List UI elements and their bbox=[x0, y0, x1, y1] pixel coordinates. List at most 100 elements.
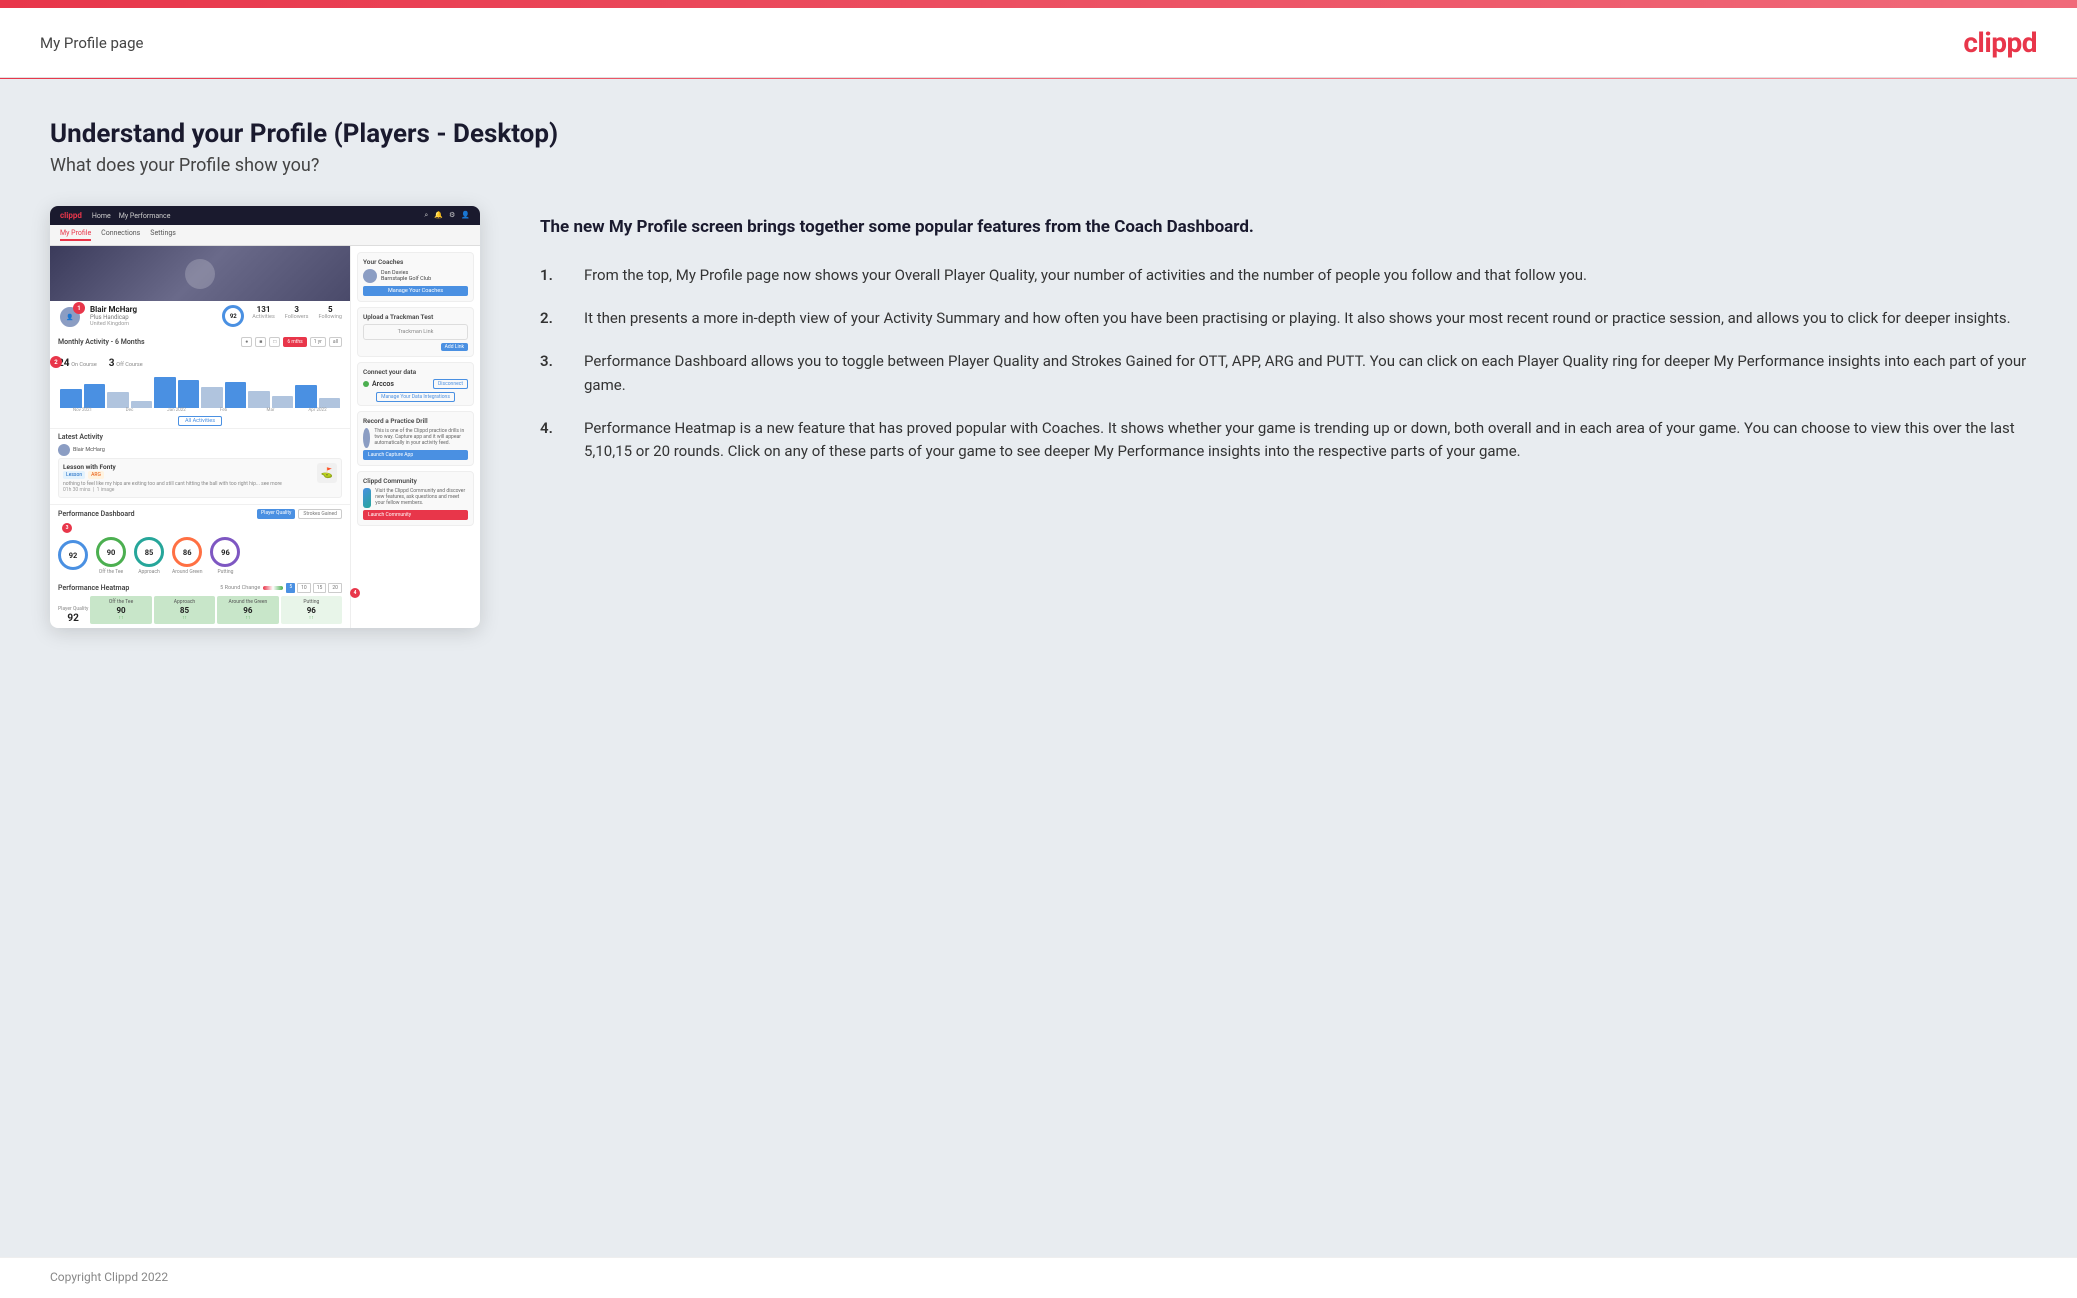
stat-following: 5 Following bbox=[318, 305, 342, 320]
profile-info-bar: 👤 1 Blair McHarg Plus Handicap United Ki… bbox=[50, 301, 350, 333]
nav-search: ⌕ bbox=[424, 211, 428, 220]
rounds-20[interactable]: 20 bbox=[328, 583, 342, 593]
heatmap-cell-overall: Player Quality 92 bbox=[58, 606, 88, 624]
disconnect-btn[interactable]: Disconnect bbox=[433, 379, 468, 389]
banner-bg bbox=[50, 246, 350, 301]
rounds-5[interactable]: 5 bbox=[286, 583, 295, 593]
brand-name: Arccos bbox=[372, 380, 394, 388]
heatmap-row: 4 Player Quality 92 Off the Tee 90 ↑↑ bbox=[58, 596, 342, 624]
heatmap-val-overall: 92 bbox=[58, 613, 88, 624]
bar-8 bbox=[225, 382, 247, 408]
footer: Copyright Clippd 2022 bbox=[0, 1257, 2077, 1296]
ctrl-off[interactable]: □ bbox=[269, 337, 280, 347]
ctrl-all[interactable]: all bbox=[329, 337, 342, 347]
drill-item: This is one of the Clippd practice drill… bbox=[363, 428, 468, 448]
ring-approach: 85 Approach bbox=[134, 537, 164, 575]
badge-4: 4 bbox=[350, 588, 360, 598]
page-subheading: What does your Profile show you? bbox=[50, 155, 2027, 176]
activity-label: Monthly Activity - 6 Months bbox=[58, 338, 145, 346]
community-img bbox=[363, 488, 371, 508]
latest-activity-row: Blair McHarg bbox=[58, 444, 342, 456]
lesson-icon: ⛳ bbox=[317, 463, 337, 483]
toggle-strokes[interactable]: Strokes Gained bbox=[298, 509, 342, 519]
header: My Profile page clippd bbox=[0, 8, 2077, 78]
add-link-btn[interactable]: Add Link bbox=[441, 343, 468, 351]
app-nav-items: Home My Performance bbox=[92, 212, 171, 220]
coach-item: Dan Davies Barnstaple Golf Club bbox=[363, 269, 468, 283]
heatmap-controls: 5 Round Change 5 10 15 20 bbox=[220, 583, 342, 593]
app-nav: clippd Home My Performance ⌕ 🔔 ⚙ 👤 bbox=[50, 206, 480, 225]
nav-home: Home bbox=[92, 212, 111, 220]
nav-settings: ⚙ bbox=[449, 211, 455, 220]
toggle-player[interactable]: Player Quality bbox=[257, 509, 295, 519]
lesson-card: Lesson with Fonty Lesson ARG nothing to … bbox=[58, 458, 342, 498]
on-course: 24 On Course bbox=[58, 358, 97, 369]
ctrl-on[interactable]: ■ bbox=[255, 337, 266, 347]
manage-integrations-btn[interactable]: Manage Your Data Integrations bbox=[363, 392, 468, 400]
all-activities-btn[interactable]: All Activities bbox=[58, 416, 342, 424]
list-text-1: From the top, My Profile page now shows … bbox=[584, 264, 1587, 287]
latest-title-row: Latest Activity bbox=[58, 433, 342, 441]
badge-3-wrapper: 3 bbox=[62, 523, 72, 533]
feature-list: From the top, My Profile page now shows … bbox=[540, 264, 2027, 464]
heatmap-label: Performance Heatmap bbox=[58, 584, 129, 592]
badge-2: 2 bbox=[50, 356, 62, 368]
latest-user: Blair McHarg bbox=[73, 447, 105, 453]
trackman-card: Upload a Trackman Test Trackman Link Add… bbox=[357, 307, 474, 357]
rounds-10[interactable]: 10 bbox=[297, 583, 311, 593]
manage-coaches-btn[interactable]: Manage Your Coaches bbox=[363, 286, 468, 296]
bar-9 bbox=[248, 391, 270, 409]
launch-community-btn[interactable]: Launch Community bbox=[363, 510, 468, 520]
latest-activity-section: Latest Activity Blair McHarg Lesson with… bbox=[50, 429, 350, 505]
ring-tee: 90 Off the Tee bbox=[96, 537, 126, 575]
brand-dot bbox=[363, 381, 369, 387]
lesson-info: Lesson with Fonty Lesson ARG nothing to … bbox=[63, 463, 313, 493]
list-item-1: From the top, My Profile page now shows … bbox=[540, 264, 2027, 287]
app-sub-nav: My Profile Connections Settings bbox=[50, 225, 480, 246]
heatmap-cell-putting: Putting 96 ↑↑ bbox=[281, 596, 342, 624]
community-item: Visit the Clippd Community and discover … bbox=[363, 488, 468, 508]
ring-tee-circle: 90 bbox=[96, 537, 126, 567]
performance-section: Performance Dashboard Player Quality Str… bbox=[50, 505, 350, 579]
badge-1: 1 bbox=[73, 302, 85, 314]
launch-capture-btn[interactable]: Launch Capture App bbox=[363, 450, 468, 460]
ctrl-both[interactable]: ● bbox=[241, 337, 252, 347]
list-item-2: It then presents a more in-depth view of… bbox=[540, 307, 2027, 330]
ring-arg: 86 Around Green bbox=[172, 537, 202, 575]
list-text-4: Performance Heatmap is a new feature tha… bbox=[584, 417, 2027, 464]
drill-text: This is one of the Clippd practice drill… bbox=[374, 428, 468, 446]
rounds-15[interactable]: 15 bbox=[313, 583, 327, 593]
right-panel: The new My Profile screen brings togethe… bbox=[540, 206, 2027, 483]
bar-chart bbox=[58, 373, 342, 408]
coaches-title: Your Coaches bbox=[363, 258, 468, 266]
ring-overall-circle: 92 bbox=[58, 540, 88, 570]
latest-avatar bbox=[58, 444, 70, 456]
right-intro: The new My Profile screen brings togethe… bbox=[540, 216, 2027, 240]
trackman-input[interactable]: Trackman Link bbox=[363, 324, 468, 340]
ring-approach-circle: 85 bbox=[134, 537, 164, 567]
coach-club: Barnstaple Golf Club bbox=[381, 276, 431, 282]
main-content: Understand your Profile (Players - Deskt… bbox=[0, 79, 2077, 1257]
page-heading: Understand your Profile (Players - Deskt… bbox=[50, 119, 2027, 149]
community-text: Visit the Clippd Community and discover … bbox=[375, 488, 468, 506]
round-btns: 5 10 15 20 bbox=[286, 583, 342, 593]
ring-arg-circle: 86 bbox=[172, 537, 202, 567]
trackman-title: Upload a Trackman Test bbox=[363, 313, 468, 321]
latest-label: Latest Activity bbox=[58, 433, 103, 441]
bar-4 bbox=[131, 401, 153, 408]
ring-overall: 92 bbox=[58, 540, 88, 572]
drill-avatar bbox=[363, 428, 370, 448]
content-layout: clippd Home My Performance ⌕ 🔔 ⚙ 👤 My Pr… bbox=[50, 206, 2027, 628]
ctrl-1yr[interactable]: 1 yr bbox=[310, 337, 326, 347]
copyright: Copyright Clippd 2022 bbox=[50, 1270, 168, 1284]
drill-card: Record a Practice Drill This is one of t… bbox=[357, 411, 474, 466]
bar-7 bbox=[201, 387, 223, 408]
app-screenshot: clippd Home My Performance ⌕ 🔔 ⚙ 👤 My Pr… bbox=[50, 206, 480, 628]
nav-bell: 🔔 bbox=[434, 211, 443, 220]
list-item-4: Performance Heatmap is a new feature tha… bbox=[540, 417, 2027, 464]
activity-title-row: Monthly Activity - 6 Months ● ■ □ 6 mths… bbox=[58, 337, 342, 347]
activity-section: Monthly Activity - 6 Months ● ■ □ 6 mths… bbox=[50, 333, 350, 429]
ctrl-6[interactable]: 6 mths bbox=[283, 337, 306, 347]
banner-circle bbox=[185, 259, 215, 289]
trackman-btn-wrapper: Add Link bbox=[363, 343, 468, 351]
